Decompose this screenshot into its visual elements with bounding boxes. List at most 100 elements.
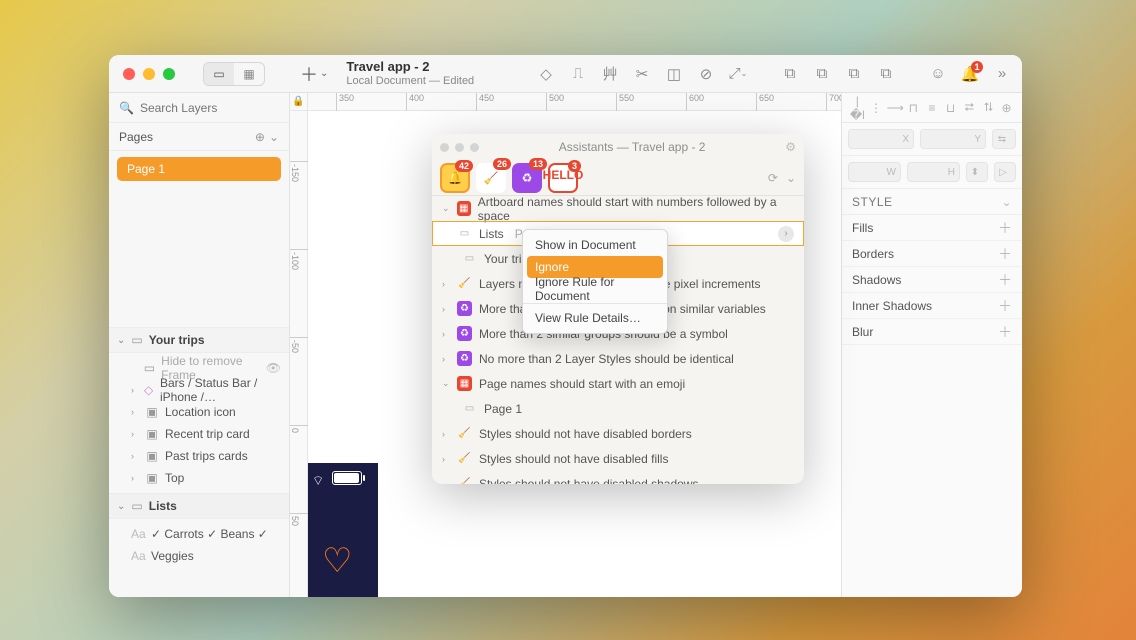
resize-tool-icon[interactable]: ⤢⌄	[728, 64, 748, 84]
assistant-row[interactable]: ›🧹Styles should not have disabled border…	[432, 421, 804, 446]
close-window-icon[interactable]	[123, 68, 135, 80]
layer-row[interactable]: ›▣Location icon	[109, 401, 289, 423]
artboard-header[interactable]: ⌄ ▭ Your trips	[109, 327, 289, 353]
style-header[interactable]: STYLE ⌄	[842, 189, 1022, 215]
assistant-row[interactable]: ⌄🧹Styles should not have disabled shadow…	[432, 471, 804, 484]
visibility-icon[interactable]: 👁	[266, 361, 281, 375]
align-left-icon[interactable]: |�l	[849, 94, 865, 122]
assistant-naming-icon[interactable]: 🔔42	[440, 163, 470, 193]
lists-header[interactable]: ⌄ ▭ Lists	[109, 493, 289, 519]
insert-button[interactable]: ＋⌄	[300, 61, 328, 87]
ruler-lock-icon[interactable]: 🔒	[290, 93, 308, 111]
context-menu-item[interactable]: Ignore Rule for Document	[523, 278, 667, 300]
chevron-icon[interactable]: ⌄	[442, 378, 450, 389]
panel-traffic-lights[interactable]	[440, 143, 479, 152]
add-style-icon[interactable]: ＋	[998, 244, 1012, 264]
style-section[interactable]: Inner Shadows＋	[842, 293, 1022, 319]
search-layers[interactable]: 🔍	[109, 93, 289, 123]
assistant-tidy-icon[interactable]: 🧹26	[476, 163, 506, 193]
chevron-icon[interactable]: ›	[442, 304, 450, 314]
position-fields: X Y ⇆	[842, 123, 1022, 156]
context-menu-item[interactable]: Show in Document	[523, 234, 667, 256]
artboard-preview[interactable]: ⌔ ♡	[308, 463, 378, 597]
swap-xy-icon[interactable]: ⇆	[992, 129, 1016, 149]
layer-type-icon: ▣	[145, 471, 159, 485]
style-section[interactable]: Borders＋	[842, 241, 1022, 267]
assistant-row[interactable]: ⌄▦Artboard names should start with numbe…	[432, 196, 804, 221]
h-field[interactable]: H	[907, 162, 960, 182]
broom-rule-icon: 🧹	[457, 451, 472, 466]
align-tool-icon[interactable]: ⎍	[568, 64, 588, 84]
components-view-icon[interactable]: ▦	[234, 63, 264, 85]
stack-tool-icon[interactable]: ⾋	[600, 64, 620, 84]
align-center-icon[interactable]: ⋮	[868, 101, 884, 115]
assistant-row[interactable]: ›🧹Styles should not have disabled fills	[432, 446, 804, 471]
pages-header[interactable]: Pages ⊕⌄	[109, 123, 289, 151]
group-tool-icon[interactable]: ⧉	[844, 64, 864, 84]
notifications-icon[interactable]: 🔔1	[960, 64, 980, 84]
style-section[interactable]: Shadows＋	[842, 267, 1022, 293]
add-style-icon[interactable]: ＋	[998, 218, 1012, 238]
minimize-window-icon[interactable]	[143, 68, 155, 80]
overflow-icon[interactable]: »	[992, 64, 1012, 84]
align-top-icon[interactable]: ⊓	[905, 101, 921, 115]
style-section[interactable]: Fills＋	[842, 215, 1022, 241]
forward-tool-icon[interactable]: ⧉	[780, 64, 800, 84]
chevron-icon[interactable]: ›	[442, 454, 450, 464]
layer-row[interactable]: ›▣Top	[109, 467, 289, 489]
lists-label: Lists	[149, 499, 177, 513]
assistant-hello-icon[interactable]: HELLO3	[548, 163, 578, 193]
assistant-reuse-icon[interactable]: ♻13	[512, 163, 542, 193]
collab-icon[interactable]: ☺	[928, 64, 948, 84]
chevron-icon[interactable]: ›	[442, 429, 450, 439]
assistant-row[interactable]: ›♻No more than 2 Layer Styles should be …	[432, 346, 804, 371]
layer-row[interactable]: ›▣Recent trip card	[109, 423, 289, 445]
pages-chevron-icon[interactable]: ⌄	[269, 130, 279, 144]
ungroup-tool-icon[interactable]: ⧉	[876, 64, 896, 84]
w-field[interactable]: W	[848, 162, 901, 182]
traffic-lights[interactable]	[123, 68, 175, 80]
flip-icon[interactable]: ▷	[994, 162, 1016, 182]
goto-icon[interactable]: ›	[778, 226, 794, 242]
mask-tool-icon[interactable]: ⊘	[696, 64, 716, 84]
add-page-icon[interactable]: ⊕	[255, 130, 265, 144]
context-menu-item[interactable]: View Rule Details…	[523, 307, 667, 329]
distribute-h-icon[interactable]: ⮂	[961, 100, 977, 115]
context-menu[interactable]: Show in DocumentIgnoreIgnore Rule for Do…	[522, 229, 668, 334]
align-right-icon[interactable]: ⟶	[887, 101, 903, 115]
search-input[interactable]	[140, 101, 279, 115]
x-field[interactable]: X	[848, 129, 914, 149]
align-bottom-icon[interactable]: ⊔	[943, 101, 959, 115]
canvas-view-icon[interactable]: ▭	[204, 63, 234, 85]
chevron-icon[interactable]: ›	[442, 279, 450, 289]
assistant-row[interactable]: ▭Page 1	[432, 396, 804, 421]
layer-row[interactable]: ›▣Past trips cards	[109, 445, 289, 467]
assistant-row[interactable]: ⌄▦Page names should start with an emoji	[432, 371, 804, 396]
backward-tool-icon[interactable]: ⧉	[812, 64, 832, 84]
chevron-icon[interactable]: ⌄	[442, 478, 450, 484]
style-section[interactable]: Blur＋	[842, 319, 1022, 345]
align-middle-icon[interactable]: ≡	[924, 101, 940, 115]
add-style-icon[interactable]: ＋	[998, 270, 1012, 290]
lock-aspect-icon[interactable]: ⬍	[966, 162, 988, 182]
panel-settings-icon[interactable]: ⚙	[785, 140, 796, 154]
assistant-chevron-icon[interactable]: ⌄	[786, 171, 796, 185]
list-item[interactable]: Aa✓ Carrots ✓ Beans ✓	[109, 523, 289, 545]
distribute-v-icon[interactable]: ⮁	[980, 100, 996, 115]
layer-row[interactable]: ›◇Bars / Status Bar / iPhone /…	[109, 379, 289, 401]
zoom-window-icon[interactable]	[163, 68, 175, 80]
y-field[interactable]: Y	[920, 129, 986, 149]
edit-tool-icon[interactable]: ✂	[632, 64, 652, 84]
symbol-tool-icon[interactable]: ◇	[536, 64, 556, 84]
chevron-icon[interactable]: ›	[442, 329, 450, 339]
tidy-icon[interactable]: ⊕	[999, 101, 1015, 115]
transform-tool-icon[interactable]: ◫	[664, 64, 684, 84]
add-style-icon[interactable]: ＋	[998, 296, 1012, 316]
page-item-selected[interactable]: Page 1	[117, 157, 281, 181]
view-mode-segmented[interactable]: ▭ ▦	[203, 62, 265, 86]
chevron-icon[interactable]: ›	[442, 354, 450, 364]
list-item[interactable]: AaVeggies	[109, 545, 289, 567]
add-style-icon[interactable]: ＋	[998, 322, 1012, 342]
chevron-icon[interactable]: ⌄	[442, 203, 450, 214]
assistant-refresh-icon[interactable]: ⟳	[768, 171, 778, 185]
